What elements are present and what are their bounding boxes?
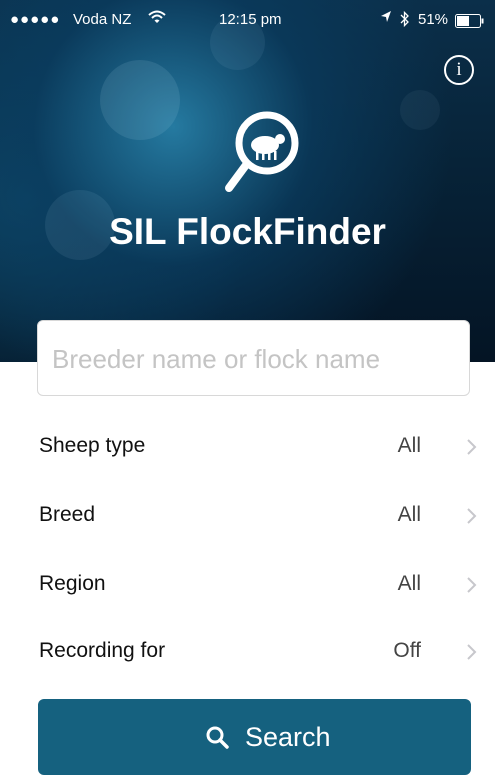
filter-label: Region <box>39 572 106 595</box>
filter-value: All <box>397 503 421 526</box>
search-button[interactable]: Search <box>38 699 471 775</box>
filter-label: Recording for <box>39 639 166 662</box>
app-screen: ●●●●● Voda NZ 12:15 pm 51% i SIL FlockFi… <box>0 0 495 775</box>
search-button-label: Search <box>245 722 331 752</box>
bluetooth-icon <box>400 10 409 28</box>
sheep-magnifier-logo-icon <box>225 111 299 192</box>
search-field[interactable] <box>37 320 470 397</box>
wifi-icon <box>148 10 166 23</box>
app-title: SIL FlockFinder <box>109 211 386 252</box>
bokeh-light <box>100 60 180 140</box>
carrier-name: Voda NZ <box>73 11 132 28</box>
filter-row-region[interactable]: Region All <box>0 550 495 618</box>
battery-percentage: 51% <box>418 11 449 28</box>
info-button[interactable]: i <box>444 55 474 85</box>
search-icon <box>206 726 229 749</box>
signal-strength: ●●●●● <box>10 11 61 28</box>
search-input[interactable] <box>50 321 464 397</box>
header-hero: ●●●●● Voda NZ 12:15 pm 51% i SIL FlockFi… <box>0 0 495 362</box>
chevron-right-icon <box>467 644 477 660</box>
chevron-right-icon <box>467 439 477 455</box>
filter-value: Off <box>393 639 421 662</box>
filter-label: Breed <box>39 503 96 526</box>
status-bar: ●●●●● Voda NZ 12:15 pm 51% <box>0 0 495 40</box>
battery-icon <box>455 14 484 28</box>
filter-label: Sheep type <box>39 434 146 457</box>
location-arrow-icon <box>381 11 391 22</box>
filter-row-breed[interactable]: Breed All <box>0 481 495 549</box>
clock: 12:15 pm <box>219 11 282 28</box>
filter-value: All <box>397 434 421 457</box>
filter-row-recording-for[interactable]: Recording for Off <box>0 617 495 685</box>
info-icon: i <box>456 59 462 80</box>
chevron-right-icon <box>467 508 477 524</box>
chevron-right-icon <box>467 577 477 593</box>
filter-value: All <box>397 572 421 595</box>
bokeh-light <box>400 90 440 130</box>
filter-row-sheep-type[interactable]: Sheep type All <box>0 412 495 480</box>
